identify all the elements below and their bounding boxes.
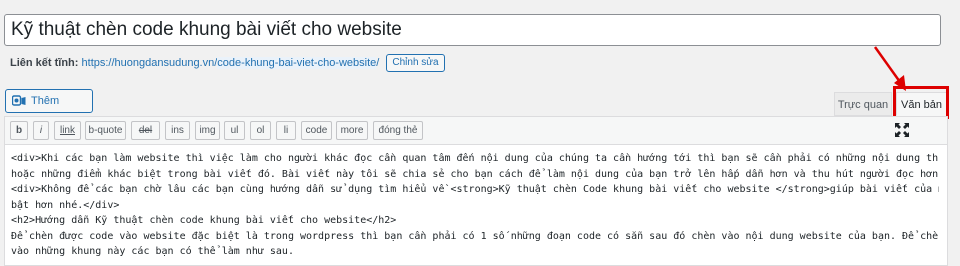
permalink-label: Liên kết tĩnh: <box>10 57 79 69</box>
tab-visual[interactable]: Trực quan <box>834 92 892 116</box>
permalink-slug: code-khung-bai-viet-cho-website <box>217 57 377 69</box>
qt-button-i[interactable]: i <box>33 121 49 140</box>
content-line: <h2>Hướng dẫn Kỹ thuật chèn code khung b… <box>11 215 397 226</box>
camera-music-icon <box>12 95 26 106</box>
permalink-suffix: / <box>376 57 380 69</box>
content-line: <div>Khi các bạn làm website thì việc là… <box>11 153 939 164</box>
qt-button-b-quote[interactable]: b-quote <box>85 121 126 140</box>
permalink-row: Liên kết tĩnh: https://huongdansudung.vn… <box>10 53 445 73</box>
qt-button-del[interactable]: del <box>131 121 160 140</box>
content-line: Để chèn được code vào website đặc biệt l… <box>11 230 939 242</box>
qt-button-img[interactable]: img <box>195 121 220 140</box>
qt-button-li[interactable]: li <box>276 121 296 140</box>
post-title-input[interactable]: Kỹ thuật chèn code khung bài viết cho we… <box>4 14 941 46</box>
qt-button-đóng-thẻ[interactable]: đóng thẻ <box>373 121 423 140</box>
content-line: <div>Không để các bạn chờ lâu các bạn cù… <box>11 184 939 195</box>
qt-button-link[interactable]: link <box>54 121 81 140</box>
qt-button-more[interactable]: more <box>336 121 368 140</box>
content-line: bật hơn nhé.</div> <box>11 199 120 211</box>
permalink-base: https://huongdansudung.vn/ <box>81 57 218 69</box>
permalink-link[interactable]: https://huongdansudung.vn/code-khung-bai… <box>81 57 380 69</box>
content-line: hoặc những điểm khác biệt trong bài viết… <box>11 168 939 180</box>
text-editor: b i link b-quote del ins img ul ol li code more đóng… <box>4 116 948 266</box>
qt-button-ins[interactable]: ins <box>165 121 190 140</box>
qt-button-ul[interactable]: ul <box>224 121 245 140</box>
qt-button-code[interactable]: code <box>301 121 332 140</box>
editor-content[interactable]: <div>Khi các bạn làm website thì việc là… <box>11 151 939 265</box>
annotation-arrow <box>873 46 906 91</box>
add-media-button[interactable]: Thêm Media <box>5 89 93 129</box>
permalink-edit-button[interactable]: Chỉnh sửa <box>386 54 445 73</box>
content-line: vào những khung này các bạn có thể làm n… <box>11 246 294 257</box>
fullscreen-icon[interactable] <box>894 122 910 138</box>
qt-button-ol[interactable]: ol <box>250 121 271 140</box>
tab-text[interactable]: Văn bản <box>896 92 947 116</box>
quicktags-toolbar: b i link b-quote del ins img ul ol li code more đóng… <box>5 117 947 145</box>
qt-button-b[interactable]: b <box>10 121 28 140</box>
